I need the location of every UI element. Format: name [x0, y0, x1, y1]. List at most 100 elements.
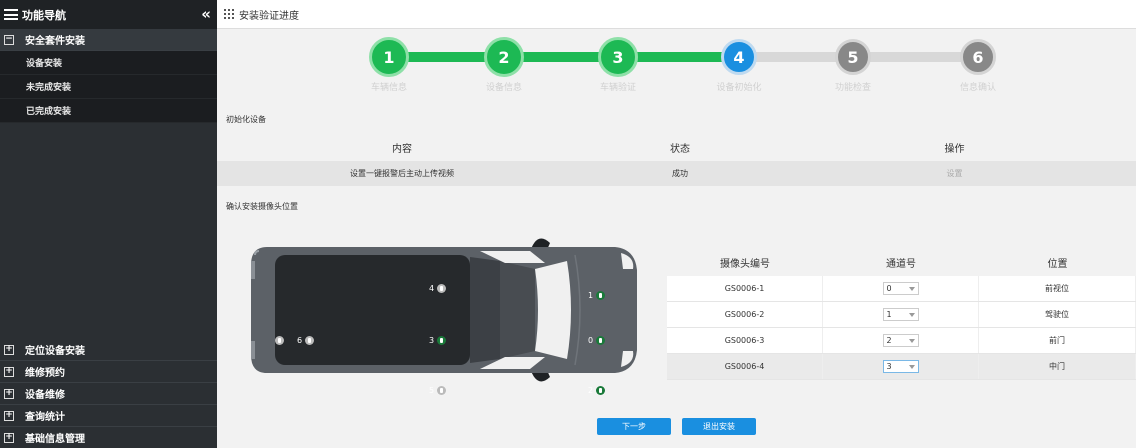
table-row: GS0006-1 0 前视位	[667, 276, 1136, 302]
exit-install-button[interactable]: 退出安装	[682, 418, 756, 435]
camera-label: 1	[588, 291, 594, 300]
table-row: GS0006-2 1 驾驶位	[667, 302, 1136, 328]
col-header-position: 位置	[1047, 258, 1068, 270]
col-header-status: 状态	[670, 143, 690, 155]
step-label-4: 设备初始化	[716, 83, 762, 93]
grid-icon	[224, 9, 234, 19]
sidebar-group-security-kit[interactable]: − 安全套件安装	[0, 29, 217, 51]
camera-icon	[437, 336, 447, 345]
col-header-content: 内容	[392, 143, 412, 155]
camera-icon	[596, 386, 606, 395]
cell-channel: 0	[823, 276, 979, 301]
camera-label: 2	[588, 386, 594, 395]
collapse-toggle-icon[interactable]: −	[4, 34, 14, 45]
sidebar-group-basic-info[interactable]: + 基础信息管理	[0, 427, 217, 448]
progress-steps: 1 车辆信息 2 设备信息 3 车辆验证 4 设备初始化 5 功能检查 6 信息…	[217, 29, 1136, 99]
camera-icon	[305, 336, 315, 345]
channel-select[interactable]: 0	[882, 282, 919, 295]
table-row: GS0006-3 2 前门	[667, 328, 1136, 354]
cell-position: 前门	[979, 328, 1136, 353]
init-table: 内容 状态 操作 设置一键报警后主动上传视频 成功 设置	[217, 133, 1136, 186]
channel-select[interactable]: 2	[882, 334, 919, 347]
camera-icon	[275, 336, 284, 345]
channel-select[interactable]: 3	[882, 360, 919, 373]
table-header: 摄像头编号 通道号 位置	[667, 248, 1136, 276]
camera-icon	[437, 386, 447, 395]
step-label-2: 设备信息	[485, 83, 522, 93]
cell-camera-id: GS0006-4	[667, 354, 823, 379]
caret-down-icon	[908, 312, 915, 317]
camera-marker-5: 5	[429, 386, 447, 395]
sidebar-title: 功能导航	[22, 8, 66, 22]
double-chevron-left-icon[interactable]: «	[201, 7, 211, 22]
menu-icon[interactable]	[4, 9, 18, 20]
cell-content: 设置一键报警后主动上传视频	[350, 169, 454, 178]
camera-label: 6	[297, 336, 303, 345]
caret-down-icon	[908, 286, 915, 291]
step-label-3: 车辆验证	[599, 83, 636, 93]
cell-channel: 1	[823, 302, 979, 327]
sidebar-group-repair-booking[interactable]: + 维修预约	[0, 361, 217, 383]
camera-label: 4	[429, 284, 435, 293]
sidebar-item-device-install[interactable]: 设备安装	[0, 51, 217, 75]
camera-marker-0: 0	[588, 336, 606, 345]
sidebar-group-list: + 定位设备安装 + 维修预约 + 设备维修 + 查询统计 + 基础信息管理	[0, 339, 217, 448]
expand-toggle-icon[interactable]: +	[4, 410, 14, 421]
step-circle-3: 3	[598, 37, 638, 77]
cell-position: 驾驶位	[979, 302, 1136, 327]
channel-select[interactable]: 1	[882, 308, 919, 321]
caret-down-icon	[908, 338, 915, 343]
camera-icon	[596, 336, 606, 345]
camera-label: 3	[429, 336, 435, 345]
sidebar-group-device-repair[interactable]: + 设备维修	[0, 383, 217, 405]
topbar: 安装验证进度	[217, 0, 1136, 29]
col-header-channel: 通道号	[886, 258, 916, 270]
cell-position: 前视位	[979, 276, 1136, 301]
sidebar-group-label: 定位设备安装	[25, 346, 85, 357]
step-circle-1: 1	[369, 37, 409, 77]
camera-icon	[596, 291, 606, 300]
camera-marker-6: 6	[297, 336, 315, 345]
init-section-title: 初始化设备	[226, 115, 266, 124]
page-title: 安装验证进度	[239, 10, 299, 22]
camera-marker-4: 4	[429, 284, 447, 293]
step-label-6: 信息确认	[959, 83, 996, 93]
sidebar-group-label: 查询统计	[25, 412, 65, 423]
sidebar-group-label: 安全套件安装	[25, 36, 85, 47]
sidebar-header: 功能导航 «	[0, 0, 217, 29]
cell-channel: 2	[823, 328, 979, 353]
cell-camera-id: GS0006-2	[667, 302, 823, 327]
camera-section-title: 确认安装摄像头位置	[226, 202, 298, 211]
sidebar-group-label: 基础信息管理	[25, 434, 85, 445]
table-row: GS0006-4 3 中门	[667, 354, 1136, 380]
cell-status: 成功	[672, 169, 688, 178]
cell-channel: 3	[823, 354, 979, 379]
progress-track-done	[389, 52, 739, 62]
expand-toggle-icon[interactable]: +	[4, 366, 14, 377]
step-circle-5: 5	[835, 39, 871, 75]
sidebar-group-query-stats[interactable]: + 查询统计	[0, 405, 217, 427]
sidebar-item-finished-install[interactable]: 已完成安装	[0, 99, 217, 123]
camera-label: 5	[429, 386, 435, 395]
next-step-button[interactable]: 下一步	[597, 418, 671, 435]
caret-down-icon	[908, 364, 915, 369]
expand-toggle-icon[interactable]: +	[4, 388, 14, 399]
cell-position: 中门	[979, 354, 1136, 379]
cell-camera-id: GS0006-3	[667, 328, 823, 353]
car-top-view-icon	[251, 238, 637, 382]
camera-icon	[437, 284, 447, 293]
expand-toggle-icon[interactable]: +	[4, 344, 14, 355]
camera-marker-2: 2	[588, 386, 606, 395]
sidebar-group-locator-install[interactable]: + 定位设备安装	[0, 339, 217, 361]
camera-label: 0	[588, 336, 594, 345]
step-label-1: 车辆信息	[370, 83, 407, 93]
camera-marker-1: 1	[588, 291, 606, 300]
cell-action-set[interactable]: 设置	[773, 161, 1136, 186]
step-label-5: 功能检查	[834, 83, 871, 93]
car-diagram: 4 6 3 5 1 0 2	[245, 225, 665, 395]
camera-marker-3: 3	[429, 336, 447, 345]
main-content: 1 车辆信息 2 设备信息 3 车辆验证 4 设备初始化 5 功能检查 6 信息…	[217, 29, 1136, 448]
col-header-action: 操作	[944, 143, 965, 155]
sidebar-item-unfinished-install[interactable]: 未完成安装	[0, 75, 217, 99]
expand-toggle-icon[interactable]: +	[4, 432, 14, 443]
